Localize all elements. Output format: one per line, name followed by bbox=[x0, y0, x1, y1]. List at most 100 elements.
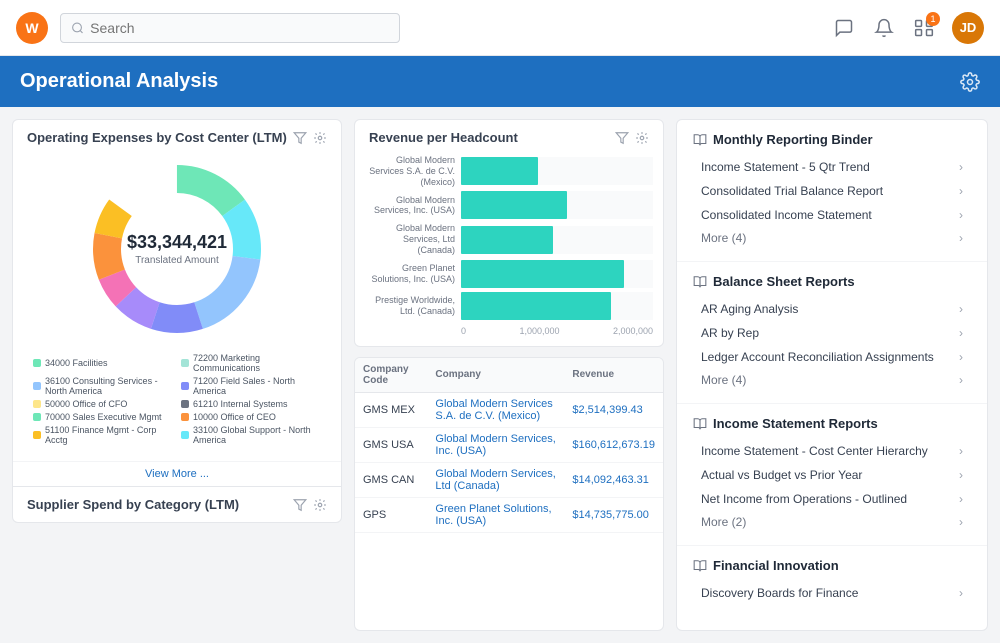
bar-settings-icon[interactable] bbox=[635, 131, 649, 145]
bar-x-axis: 01,000,0002,000,000 bbox=[461, 324, 653, 336]
revenue-cell: $14,735,775.00 bbox=[564, 497, 663, 532]
view-more-link[interactable]: View More ... bbox=[13, 461, 341, 486]
top-navigation: W 1 JD bbox=[0, 0, 1000, 56]
report-item[interactable]: Discovery Boards for Finance › bbox=[693, 581, 971, 605]
section-title-text: Balance Sheet Reports bbox=[713, 274, 855, 289]
bar-card-icons[interactable] bbox=[615, 131, 649, 145]
bar-track bbox=[461, 191, 653, 219]
report-item-label: Actual vs Budget vs Prior Year bbox=[701, 468, 862, 482]
search-input[interactable] bbox=[90, 20, 389, 36]
legend-item: 71200 Field Sales - North America bbox=[181, 376, 321, 396]
company-code-cell: GPS bbox=[355, 497, 427, 532]
bar-filter-icon[interactable] bbox=[615, 131, 629, 145]
supplier-card-icons[interactable] bbox=[293, 498, 327, 512]
legend-label: 50000 Office of CFO bbox=[45, 399, 127, 409]
company-name-cell[interactable]: Prestige Worldwide, Ltd. (Canada) bbox=[427, 532, 564, 538]
company-code-cell: GMS CAN bbox=[355, 462, 427, 497]
table-row: GMS USA Global Modern Services, Inc. (US… bbox=[355, 427, 663, 462]
legend-label: 70000 Sales Executive Mgmt bbox=[45, 412, 162, 422]
middle-panel: Revenue per Headcount Global Modern Serv… bbox=[354, 119, 664, 631]
legend-dot bbox=[181, 382, 189, 390]
bar-fill bbox=[461, 292, 611, 320]
report-item-label: Income Statement - 5 Qtr Trend bbox=[701, 160, 870, 174]
company-name-cell[interactable]: Global Modern Services, Inc. (USA) bbox=[427, 427, 564, 462]
table-column-header: Company Code bbox=[355, 358, 427, 393]
report-item-label: Discovery Boards for Finance bbox=[701, 586, 858, 600]
notifications-icon[interactable] bbox=[872, 16, 896, 40]
book-icon bbox=[693, 133, 707, 147]
report-item[interactable]: Income Statement - 5 Qtr Trend › bbox=[693, 155, 971, 179]
revenue-cell: $11,637,672.84 bbox=[564, 532, 663, 538]
more-link[interactable]: More (4)› bbox=[693, 369, 971, 391]
more-chevron-icon: › bbox=[959, 231, 963, 245]
legend-label: 71200 Field Sales - North America bbox=[193, 376, 321, 396]
more-link[interactable]: More (2) › bbox=[693, 511, 971, 533]
chat-icon[interactable] bbox=[832, 16, 856, 40]
card-icon-group[interactable] bbox=[293, 131, 327, 145]
legend-dot bbox=[33, 431, 41, 439]
report-item[interactable]: AR Aging Analysis › bbox=[693, 297, 971, 321]
report-item[interactable]: AR by Rep › bbox=[693, 321, 971, 345]
section-title: Income Statement Reports bbox=[693, 416, 971, 431]
more-label: More (2) bbox=[701, 515, 746, 529]
x-axis-label: 2,000,000 bbox=[613, 326, 653, 336]
right-panel-section: Monthly Reporting Binder Income Statemen… bbox=[677, 120, 987, 262]
report-item-label: Net Income from Operations - Outlined bbox=[701, 492, 907, 506]
report-item[interactable]: Ledger Account Reconciliation Assignment… bbox=[693, 345, 971, 369]
legend-dot bbox=[181, 359, 189, 367]
legend-label: 36100 Consulting Services - North Americ… bbox=[45, 376, 173, 396]
revenue-cell: $2,514,399.43 bbox=[564, 392, 663, 427]
bar-fill bbox=[461, 226, 553, 254]
right-panel-section: Income Statement Reports Income Statemen… bbox=[677, 404, 987, 546]
legend-item: 61210 Internal Systems bbox=[181, 399, 321, 409]
company-code-cell: GMS MEX bbox=[355, 392, 427, 427]
filter-icon[interactable] bbox=[293, 131, 307, 145]
supplier-settings-icon[interactable] bbox=[313, 498, 327, 512]
bar-track bbox=[461, 157, 653, 185]
report-item[interactable]: Income Statement - Cost Center Hierarchy… bbox=[693, 439, 971, 463]
bar-chart: Global Modern Services S.A. de C.V. (Mex… bbox=[365, 151, 653, 324]
left-panel: Operating Expenses by Cost Center (LTM) bbox=[12, 119, 342, 631]
page-header: Operational Analysis bbox=[0, 56, 1000, 107]
chevron-right-icon: › bbox=[959, 302, 963, 316]
more-chevron-icon: › bbox=[959, 515, 963, 529]
report-item[interactable]: Actual vs Budget vs Prior Year › bbox=[693, 463, 971, 487]
chevron-right-icon: › bbox=[959, 586, 963, 600]
search-bar[interactable] bbox=[60, 13, 400, 43]
donut-wrapper: $33,344,421 Translated Amount bbox=[87, 159, 267, 339]
company-name-cell[interactable]: Green Planet Solutions, Inc. (USA) bbox=[427, 497, 564, 532]
revenue-cell: $14,092,463.31 bbox=[564, 462, 663, 497]
page-settings-icon[interactable] bbox=[960, 72, 980, 92]
legend-item: 51100 Finance Mgmt - Corp Acctg bbox=[33, 425, 173, 445]
bar-label: Green Planet Solutions, Inc. (USA) bbox=[365, 263, 455, 285]
company-name-cell[interactable]: Global Modern Services, Ltd (Canada) bbox=[427, 462, 564, 497]
legend-item: 33100 Global Support - North America bbox=[181, 425, 321, 445]
bar-fill bbox=[461, 260, 624, 288]
legend-label: 34000 Facilities bbox=[45, 358, 108, 368]
company-name-cell[interactable]: Global Modern Services S.A. de C.V. (Mex… bbox=[427, 392, 564, 427]
more-link[interactable]: More (4)› bbox=[693, 227, 971, 249]
supplier-filter-icon[interactable] bbox=[293, 498, 307, 512]
report-item-label: Income Statement - Cost Center Hierarchy bbox=[701, 444, 928, 458]
bar-row: Green Planet Solutions, Inc. (USA) bbox=[365, 260, 653, 288]
section-title: Monthly Reporting Binder bbox=[693, 132, 971, 147]
revenue-table: Company CodeCompanyRevenue GMS MEX Globa… bbox=[355, 358, 663, 538]
settings-small-icon[interactable] bbox=[313, 131, 327, 145]
bar-fill bbox=[461, 191, 567, 219]
bar-fill bbox=[461, 157, 538, 185]
report-item[interactable]: Consolidated Income Statement › bbox=[693, 203, 971, 227]
table-row: GMS MEX Global Modern Services S.A. de C… bbox=[355, 392, 663, 427]
legend-item: 70000 Sales Executive Mgmt bbox=[33, 412, 173, 422]
book-icon bbox=[693, 559, 707, 573]
chevron-right-icon: › bbox=[959, 160, 963, 174]
report-item[interactable]: Net Income from Operations - Outlined › bbox=[693, 487, 971, 511]
table-header-row: Company CodeCompanyRevenue bbox=[355, 358, 663, 393]
user-avatar[interactable]: JD bbox=[952, 12, 984, 44]
bar-card-title: Revenue per Headcount bbox=[369, 130, 518, 145]
legend-label: 72200 Marketing Communications bbox=[193, 353, 321, 373]
legend-label: 61210 Internal Systems bbox=[193, 399, 288, 409]
workspaces-icon[interactable]: 1 bbox=[912, 16, 936, 40]
company-code-cell: PRTG bbox=[355, 532, 427, 538]
card-header: Operating Expenses by Cost Center (LTM) bbox=[13, 120, 341, 151]
report-item[interactable]: Consolidated Trial Balance Report › bbox=[693, 179, 971, 203]
